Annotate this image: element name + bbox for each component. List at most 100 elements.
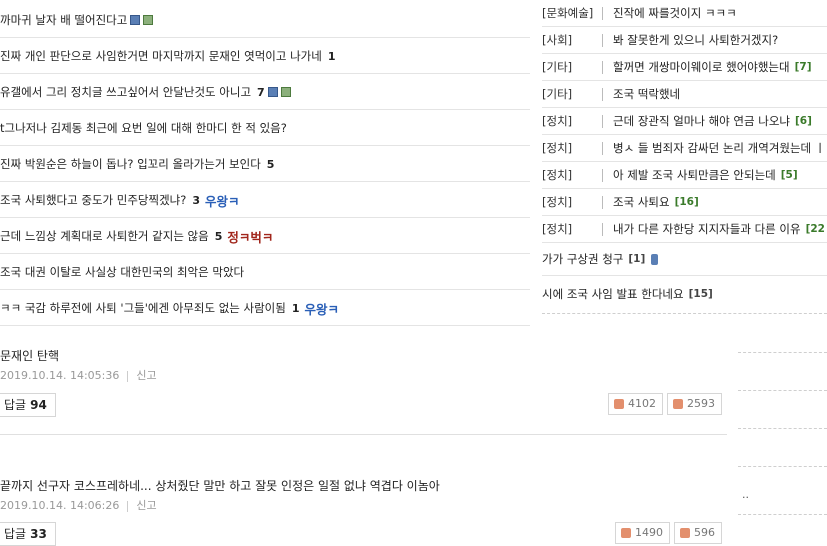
downvote-button[interactable]: 2593 [667,393,722,415]
comment-count: [22 [805,223,825,235]
upvote-button[interactable]: 4102 [608,393,663,415]
author-nickname[interactable]: 정ㅋ벅ㅋ [227,227,273,246]
dashed-divider [542,313,827,314]
post-title[interactable]: 할꺼면 개쌍마이웨이로 했어야했는대 [613,59,790,75]
report-link[interactable]: 신고 [136,499,156,512]
list-item[interactable]: ㅋㅋ 국감 하루전에 사퇴 '그들'에겐 아무죄도 없는 사람이됨 1 우왕ㅋ [0,291,530,326]
category-label: [사회] [542,33,573,47]
image-icon [280,87,291,97]
post-title[interactable]: 유갤에서 그리 정치글 쓰고싶어서 안달난것도 아니고 [0,84,251,100]
list-item[interactable]: [기타] 할꺼면 개쌍마이웨이로 했어야했는대 [7] [542,54,827,81]
comment-text: 문재인 탄핵 [0,349,60,363]
comment-count: [5] [780,169,798,181]
post-title[interactable]: 근데 느낌상 계획대로 사퇴한거 같지는 않음 [0,228,209,244]
divider [127,370,129,382]
list-item[interactable]: [정치] 병ㅅ 들 범죄자 감싸던 논리 개역겨웠는데 ㅣ [542,135,827,162]
comment-datetime: 2019.10.14. 14:05:36 [0,369,120,382]
author-nickname[interactable]: 우왕ㅋ [305,299,340,318]
comment-count: 7 [257,85,265,99]
reply-button[interactable]: 답글 94 [0,393,56,417]
list-item[interactable]: 진짜 박원순은 하늘이 돕나? 입꼬리 올라가는거 보인다 5 [0,147,530,182]
list-item[interactable]: [문화예술] 진작에 짜를것이지 ㅋㅋㅋ [542,0,827,27]
post-title[interactable]: 조국 떡락했네 [613,86,680,102]
post-title[interactable]: 내가 다른 자한당 지지자들과 다른 이유 [613,221,801,237]
dashed-divider [738,514,827,515]
downvote-count: 596 [694,526,715,539]
post-title[interactable]: 진작에 짜를것이지 ㅋㅋㅋ [613,5,737,21]
post-title[interactable]: 진짜 박원순은 하늘이 돕나? 입꼬리 올라가는거 보인다 [0,156,261,172]
comment-count: [16] [674,196,699,208]
list-item[interactable]: 가가 구상권 청구 [1] [542,243,827,276]
post-title[interactable]: 조국 사퇴했다고 중도가 민주당찍겠냐? [0,192,186,208]
list-item[interactable]: 유갤에서 그리 정치글 쓰고싶어서 안달난것도 아니고 7 [0,75,530,110]
reply-label: 답글 [4,527,27,541]
report-link[interactable]: 신고 [136,369,156,382]
comment-divider [0,434,727,435]
list-item[interactable]: 진짜 개인 판단으로 사임한거면 마지막까지 문재인 엿먹이고 나가네 1 [0,39,530,74]
category-label: [정치] [542,114,573,128]
divider [602,60,603,74]
post-title[interactable]: 가가 구상권 청구 [542,251,623,267]
reply-count: 94 [30,398,47,412]
comment-datetime: 2019.10.14. 14:06:26 [0,499,120,512]
post-title[interactable]: 조국 사퇴요 [613,194,670,210]
category-label: [기타] [542,60,573,74]
post-title[interactable]: 아 제발 조국 사퇴만큼은 안되는데 [613,167,776,183]
comment-count: 5 [266,157,275,171]
thumbs-up-icon [614,399,624,409]
divider [602,6,603,20]
dashed-divider [738,390,827,391]
post-title[interactable]: 근데 장관직 얼마나 해야 연금 나오냐 [613,113,790,129]
list-item[interactable]: [정치] 아 제발 조국 사퇴만큼은 안되는데 [5] [542,162,827,189]
post-title[interactable]: 봐 잘못한게 있으니 사퇴한거겠지? [613,32,778,48]
list-item[interactable]: 조국 대권 이탈로 사실상 대한민국의 최악은 막았다 [0,255,530,290]
dashed-divider [738,352,827,353]
post-title[interactable]: 진짜 개인 판단으로 사임한거면 마지막까지 문재인 엿먹이고 나가네 [0,48,322,64]
divider [602,195,603,209]
comment-count: 1 [327,49,336,63]
list-item[interactable]: [정치] 내가 다른 자한당 지지자들과 다른 이유 [22 [542,216,827,243]
list-item[interactable]: 근데 느낌상 계획대로 사퇴한거 같지는 않음 5 정ㅋ벅ㅋ [0,219,530,254]
reply-button[interactable]: 답글 33 [0,522,56,546]
thumbs-down-icon [680,528,690,538]
comment-count: [1] [628,253,646,265]
mobile-icon [651,253,659,265]
post-title[interactable]: 조국 대권 이탈로 사실상 대한민국의 최악은 막았다 [0,264,244,280]
list-item[interactable]: [정치] 근데 장관직 얼마나 해야 연금 나오냐 [6] [542,108,827,135]
divider [602,141,603,155]
post-title[interactable]: t그나저나 김제동 최근에 요번 일에 대해 한마디 한 적 있음? [0,120,287,136]
list-item[interactable]: [기타] 조국 떡락했네 [542,81,827,108]
more-dots: .. [742,488,749,501]
post-title[interactable]: 시에 조국 사임 발표 한다네요 [542,286,684,302]
list-item[interactable]: [정치] 조국 사퇴요 [16] [542,189,827,216]
comment-count: 3 [192,193,201,207]
divider [602,33,603,47]
comment-meta: 2019.10.14. 14:06:26 신고 [0,497,157,513]
divider [602,87,603,101]
upvote-button[interactable]: 1490 [615,522,670,544]
list-item[interactable]: 조국 사퇴했다고 중도가 민주당찍겠냐? 3 우왕ㅋ [0,183,530,218]
comment-count: 5 [214,229,223,243]
list-item[interactable]: 까마귀 날자 배 떨어진다고 [0,3,530,38]
post-title[interactable]: 병ㅅ 들 범죄자 감싸던 논리 개역겨웠는데 ㅣ [613,140,825,156]
post-title[interactable]: ㅋㅋ 국감 하루전에 사퇴 '그들'에겐 아무죄도 없는 사람이됨 [0,300,286,316]
category-label: [정치] [542,141,573,155]
list-item[interactable]: [사회] 봐 잘못한게 있으니 사퇴한거겠지? [542,27,827,54]
upvote-count: 1490 [635,526,663,539]
category-label: [정치] [542,168,573,182]
category-label: [기타] [542,87,573,101]
list-item[interactable]: 시에 조국 사임 발표 한다네요 [15] [542,276,827,312]
comment-count: [6] [794,115,812,127]
list-item[interactable]: t그나저나 김제동 최근에 요번 일에 대해 한마디 한 적 있음? [0,111,530,146]
thumbs-up-icon [621,528,631,538]
dashed-divider [738,466,827,467]
divider [602,222,603,236]
downvote-button[interactable]: 596 [674,522,722,544]
post-title[interactable]: 까마귀 날자 배 떨어진다고 [0,12,127,28]
thumbs-down-icon [673,399,683,409]
divider [602,168,603,182]
reply-label: 답글 [4,398,27,412]
save-icon [267,87,278,97]
category-label: [문화예술] [542,6,594,20]
author-nickname[interactable]: 우왕ㅋ [205,191,240,210]
